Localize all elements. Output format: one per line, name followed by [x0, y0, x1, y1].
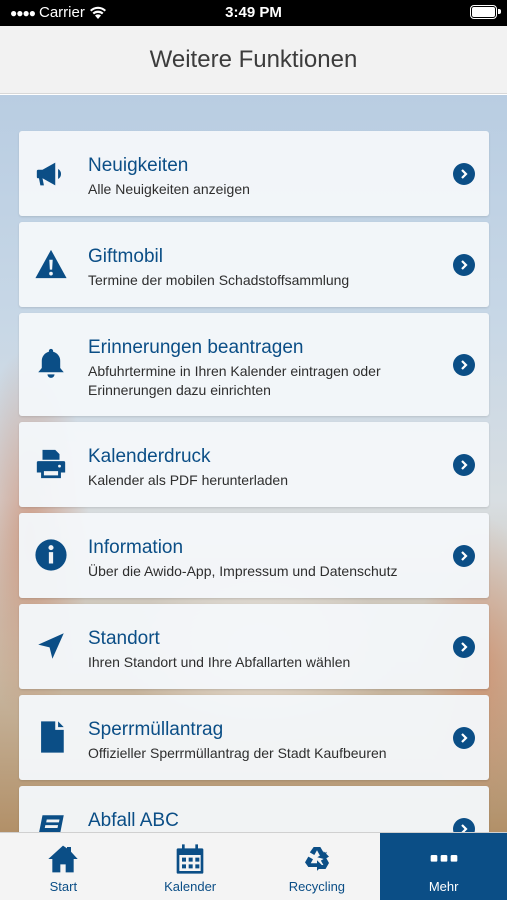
chevron-right-icon: [453, 254, 475, 276]
menu-item-erinnerungen[interactable]: Erinnerungen beantragen Abfuhrtermine in…: [19, 313, 489, 416]
status-bar: ●●●● Carrier 3:49 PM: [0, 0, 507, 26]
location-arrow-icon: [33, 628, 69, 664]
tab-label: Kalender: [164, 879, 217, 894]
item-subtitle: Abfuhrtermine in Ihren Kalender eintrage…: [88, 363, 381, 398]
menu-item-standort[interactable]: Standort Ihren Standort und Ihre Abfalla…: [19, 604, 489, 689]
item-title: Standort: [88, 628, 160, 649]
home-icon: [48, 845, 79, 873]
recycle-icon: [304, 847, 329, 871]
chevron-right-icon: [453, 727, 475, 749]
item-title: Kalenderdruck: [88, 446, 211, 467]
tab-kalender[interactable]: Kalender: [127, 833, 254, 900]
item-subtitle: Über die Awido-App, Impressum und Datens…: [88, 563, 398, 579]
calendar-icon: [176, 844, 204, 874]
item-title: Erinnerungen beantragen: [88, 337, 304, 358]
tab-bar: Start Kalender Recycling Mehr: [0, 832, 507, 900]
more-icon: [430, 855, 457, 862]
tab-start[interactable]: Start: [0, 833, 127, 900]
tab-label: Mehr: [428, 879, 459, 894]
tab-mehr[interactable]: Mehr: [380, 833, 507, 900]
item-subtitle: Offizieller Sperrmüllantrag der Stadt Ka…: [88, 745, 387, 761]
menu-item-sperrmuellantrag[interactable]: Sperrmüllantrag Offizieller Sperrmüllant…: [19, 695, 489, 780]
tab-label: Recycling: [288, 879, 346, 894]
status-time: 3:49 PM: [225, 4, 282, 21]
item-subtitle: Ihren Standort und Ihre Abfallarten wähl…: [88, 654, 351, 670]
megaphone-icon: [33, 156, 69, 192]
item-title: Neuigkeiten: [88, 155, 189, 176]
nav-header: Weitere Funktionen: [0, 26, 507, 94]
tab-recycling[interactable]: Recycling: [254, 833, 381, 900]
item-subtitle: Kalender als PDF herunterladen: [88, 472, 289, 488]
menu-item-giftmobil[interactable]: Giftmobil Termine der mobilen Schadstoff…: [19, 222, 489, 307]
chevron-right-icon: [453, 545, 475, 567]
item-subtitle: Alle Neuigkeiten anzeigen: [88, 181, 250, 197]
warning-icon: [33, 246, 69, 282]
item-title: Giftmobil: [88, 246, 163, 267]
bell-icon: [33, 345, 69, 381]
page-title: Weitere Funktionen: [149, 45, 358, 73]
item-title: Abfall ABC: [88, 810, 179, 831]
menu-item-kalenderdruck[interactable]: Kalenderdruck Kalender als PDF herunterl…: [19, 422, 489, 507]
info-icon: [33, 537, 69, 573]
chevron-right-icon: [453, 454, 475, 476]
item-subtitle: Termine der mobilen Schadstoffsammlung: [88, 272, 350, 288]
menu-item-neuigkeiten[interactable]: Neuigkeiten Alle Neuigkeiten anzeigen: [19, 131, 489, 216]
item-title: Sperrmüllantrag: [88, 719, 224, 740]
document-icon: [33, 719, 69, 755]
chevron-right-icon: [453, 354, 475, 376]
menu-item-information[interactable]: Information Über die Awido-App, Impressu…: [19, 513, 489, 598]
chevron-right-icon: [453, 636, 475, 658]
menu-list: Neuigkeiten Alle Neuigkeiten anzeigen Gi…: [19, 131, 489, 877]
battery-icon: [470, 5, 501, 19]
printer-icon: [33, 446, 69, 482]
item-title: Information: [88, 537, 184, 558]
tab-label: Start: [49, 879, 78, 894]
chevron-right-icon: [453, 163, 475, 185]
